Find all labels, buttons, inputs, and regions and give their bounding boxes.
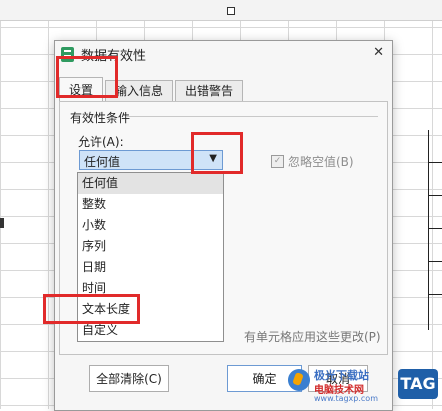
apply-changes-note: 有单元格应用这些更改(P) [244, 330, 381, 344]
section-divider [126, 116, 378, 117]
left-edge-mark [0, 218, 4, 228]
allow-select-value: 任何值 [84, 155, 121, 169]
ignore-blank-label: 忽略空值(B) [288, 155, 354, 169]
bordered-cells [428, 130, 442, 330]
watermark-tag: TAG [398, 369, 438, 399]
watermark-logo-icon [288, 369, 310, 391]
section-title: 有效性条件 [70, 111, 131, 125]
bordered-cell [429, 163, 442, 196]
watermark: 极光下载站 电脑技术网 www.tagxp.com TAG [288, 365, 438, 405]
bordered-cell [429, 262, 442, 295]
dropdown-option-decimal[interactable]: 小数 [78, 215, 223, 236]
bordered-cell [429, 130, 442, 163]
dropdown-option-any[interactable]: 任何值 [78, 173, 223, 194]
dropdown-option-integer[interactable]: 整数 [78, 194, 223, 215]
bordered-cell [429, 196, 442, 229]
allow-label: 允许(A): [78, 135, 124, 149]
dropdown-option-sequence[interactable]: 序列 [78, 236, 223, 257]
close-icon[interactable]: ✕ [373, 45, 384, 60]
dropdown-option-date[interactable]: 日期 [78, 257, 223, 278]
ignore-blank-option[interactable]: ✓ 忽略空值(B) [271, 153, 354, 170]
spreadsheet-header-row [0, 0, 442, 21]
resize-handle[interactable] [227, 7, 235, 15]
watermark-line3: www.tagxp.com [314, 394, 378, 403]
highlight-text-length-option [43, 294, 140, 324]
ignore-blank-checkbox[interactable]: ✓ [271, 155, 284, 168]
tab-error-alert[interactable]: 出错警告 [175, 80, 244, 102]
clear-all-button[interactable]: 全部清除(C) [89, 365, 169, 392]
highlight-dropdown-arrow [191, 132, 243, 174]
bordered-cell [429, 229, 442, 262]
highlight-settings-tab [56, 56, 118, 98]
